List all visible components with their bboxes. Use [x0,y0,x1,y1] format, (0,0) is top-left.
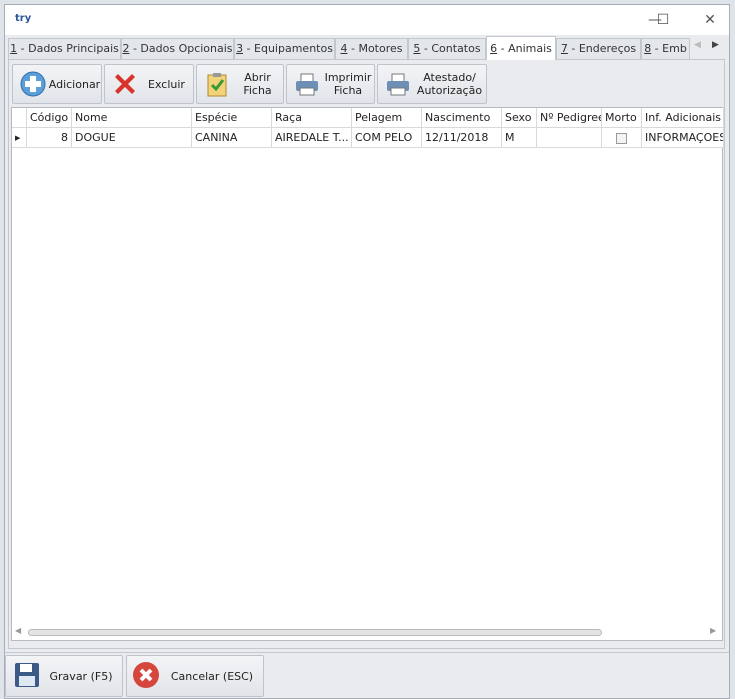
title-bar: try — ☐ ✕ [5,5,729,35]
cell-pedigree[interactable] [537,128,602,148]
tab-4[interactable]: 4 - Motores [335,38,408,59]
scroll-left-icon[interactable]: ◀ [15,626,21,635]
tab-label: - Equipamentos [243,42,333,55]
scrollbar-thumb[interactable] [28,629,602,636]
tab-label: - Animais [497,42,552,55]
printer-icon [383,69,413,99]
cell-codigo[interactable]: 8 [27,128,72,148]
cell-especie[interactable]: CANINA [192,128,272,148]
column-header[interactable]: Sexo [502,108,537,128]
column-header[interactable]: Inf. Adicionais [642,108,724,128]
floppy-disk-icon [14,662,40,691]
certificate-button[interactable]: Atestado/ Autorização [377,64,487,104]
cancel-circle-icon [131,660,161,693]
tab-5[interactable]: 5 - Contatos [408,38,486,59]
tab-number: 3 [236,42,244,55]
cell-pelagem[interactable]: COM PELO [352,128,422,148]
cell-morto[interactable] [602,128,642,148]
scroll-right-icon[interactable]: ▶ [710,626,716,635]
column-header[interactable]: Morto [602,108,642,128]
red-x-icon [110,69,140,99]
tab-label: - Emb [651,42,687,55]
tab-label: - Dados Principais [17,42,119,55]
tab-label: - Endereços [567,42,637,55]
tab-scroll-right-icon[interactable]: ▶ [712,40,719,50]
tab-scroll-left-icon[interactable]: ◀ [694,40,701,50]
cell-nome[interactable]: DOGUE [72,128,192,148]
column-header[interactable]: Nome [72,108,192,128]
animals-grid[interactable]: Código Nome Espécie Raça Pelagem Nascimento Se… [11,107,724,641]
cancel-button[interactable]: Cancelar (ESC) [126,655,264,697]
horizontal-scrollbar[interactable]: ◀ ▶ [12,625,722,640]
print-form-button[interactable]: Imprimir Ficha [286,64,375,104]
row-indicator-icon[interactable]: ▶ [12,128,27,148]
plus-circle-icon [18,69,48,99]
column-header[interactable]: Nº Pedigree [537,108,602,128]
cell-sexo[interactable]: M [502,128,537,148]
clipboard-check-icon [202,69,232,99]
cell-inf[interactable]: INFORMAÇOES [642,128,724,148]
column-header[interactable]: Raça [272,108,352,128]
column-header[interactable]: Código [27,108,72,128]
column-header[interactable]: Nascimento [422,108,502,128]
maximize-button[interactable]: ☐ [648,8,678,32]
printer-icon [292,69,322,99]
tab-6[interactable]: 6 - Animais [486,36,556,60]
tab-1[interactable]: 1 - Dados Principais [8,38,121,59]
tab-label: - Motores [347,42,403,55]
cell-raca[interactable]: AIREDALE T... [272,128,352,148]
row-indicator-header [12,108,27,128]
open-form-button[interactable]: Abrir Ficha [196,64,284,104]
column-header[interactable]: Espécie [192,108,272,128]
tab-3[interactable]: 3 - Equipamentos [234,38,335,59]
save-button[interactable]: Gravar (F5) [5,655,123,697]
close-button[interactable]: ✕ [695,8,725,32]
cell-nascimento[interactable]: 12/11/2018 [422,128,502,148]
tab-7[interactable]: 7 - Endereços [556,38,641,59]
tab-8[interactable]: 8 - Emb [641,38,690,59]
column-header[interactable]: Pelagem [352,108,422,128]
tab-label: - Dados Opcionais [129,42,233,55]
tab-number: 7 [560,42,568,55]
add-button[interactable]: Adicionar [12,64,102,104]
tab-label: - Contatos [420,42,481,55]
tab-2[interactable]: 2 - Dados Opcionais [121,38,234,59]
window-title: try [15,13,32,24]
delete-button[interactable]: Excluir [104,64,194,104]
dead-checkbox[interactable] [616,132,627,144]
